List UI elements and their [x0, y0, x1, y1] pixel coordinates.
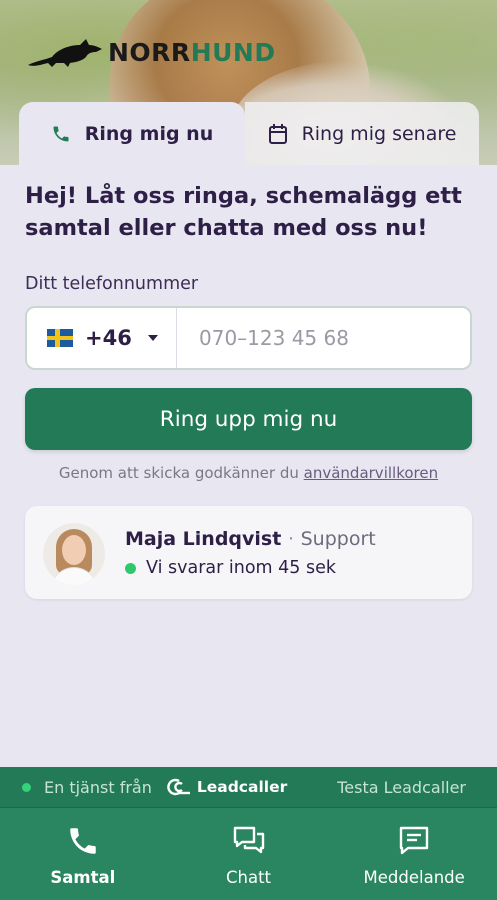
service-strip: En tjänst från Leadcaller Testa Leadcall…: [0, 767, 497, 808]
agent-name-row: Maja Lindqvist · Support: [125, 528, 376, 550]
sweden-flag-icon: [47, 329, 73, 347]
terms-prefix: Genom att skicka godkänner du: [58, 464, 299, 482]
agent-status-text: Vi svarar inom 45 sek: [146, 558, 337, 578]
phone-icon: [66, 822, 100, 860]
nav-message[interactable]: Meddelande: [331, 808, 497, 900]
phone-icon: [51, 124, 71, 144]
try-leadcaller-link[interactable]: Testa Leadcaller: [337, 778, 466, 797]
country-selector[interactable]: +46: [27, 308, 177, 368]
tab-call-now[interactable]: Ring mig nu: [19, 102, 245, 165]
avatar: [43, 523, 105, 585]
call-me-now-button[interactable]: Ring upp mig nu: [25, 388, 472, 450]
tab-call-later-label: Ring mig senare: [301, 122, 457, 145]
status-dot: [22, 782, 31, 792]
country-code: +46: [85, 326, 132, 350]
agent-status: Vi svarar inom 45 sek: [125, 558, 336, 578]
brand-name: NORRHUND: [108, 37, 276, 67]
tab-call-later[interactable]: Ring mig senare: [245, 102, 479, 165]
bottom-navigation: Samtal Chatt Meddelande: [0, 808, 497, 900]
service-text: En tjänst från: [44, 777, 152, 797]
nav-call-label: Samtal: [50, 867, 116, 887]
phone-label: Ditt telefonnummer: [25, 274, 199, 294]
chat-icon: [232, 822, 266, 860]
nav-chat-label: Chatt: [225, 867, 272, 887]
agent-name: Maja Lindqvist: [125, 528, 282, 550]
agent-card: Maja Lindqvist · Support Vi svarar inom …: [25, 506, 472, 599]
terms-link[interactable]: användarvillkoren: [304, 464, 438, 482]
tab-call-now-label: Ring mig nu: [84, 122, 214, 145]
nav-call[interactable]: Samtal: [0, 808, 166, 900]
chevron-down-icon: [147, 335, 158, 341]
terms-text: Genom att skicka godkänner du användarvi…: [0, 464, 497, 482]
nav-chat[interactable]: Chatt: [166, 808, 332, 900]
calendar-icon: [268, 123, 288, 145]
brand-logo: NORRHUND: [26, 34, 276, 70]
leadcaller-logo[interactable]: Leadcaller: [165, 778, 287, 796]
phone-input[interactable]: [177, 308, 470, 368]
agent-role: Support: [300, 528, 376, 550]
phone-field: +46: [25, 306, 472, 370]
separator: ·: [287, 528, 294, 550]
nav-message-label: Meddelande: [363, 867, 465, 887]
leadcaller-name: Leadcaller: [196, 778, 288, 796]
page-headline: Hej! Låt oss ringa, schemalägg ett samta…: [25, 183, 462, 241]
fox-icon: [28, 39, 102, 67]
online-indicator: [125, 562, 136, 574]
message-icon: [398, 822, 430, 860]
leadcaller-icon: [167, 778, 190, 796]
